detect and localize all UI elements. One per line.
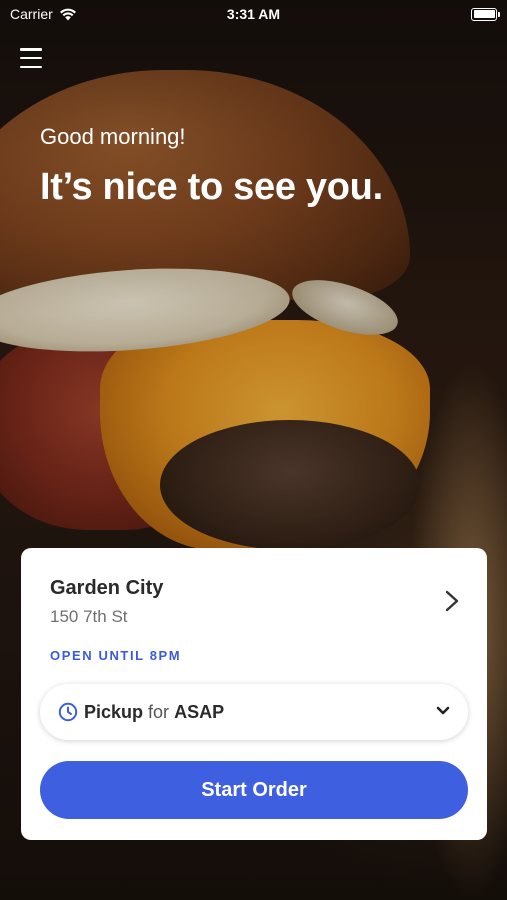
greeting-text: Good morning! [40, 124, 186, 149]
pickup-label: Pickup for ASAP [84, 702, 224, 723]
location-card: Garden City 150 7th St OPEN UNTIL 8PM Pi… [21, 548, 487, 840]
hamburger-menu-icon[interactable] [20, 48, 42, 68]
headline-text: It’s nice to see you. [40, 166, 383, 208]
chevron-down-icon [436, 706, 450, 715]
battery-icon [471, 7, 500, 21]
status-time: 3:31 AM [226, 6, 281, 22]
pickup-connector: for [148, 701, 170, 722]
battery-fill [473, 10, 495, 18]
chevron-right-icon[interactable] [445, 590, 459, 612]
clock-icon [58, 702, 78, 722]
menu-line [20, 48, 42, 51]
start-order-button[interactable]: Start Order [40, 761, 468, 819]
pickup-time-selector[interactable]: Pickup for ASAP [40, 684, 468, 740]
pickup-mode: Pickup [84, 701, 144, 722]
menu-line [20, 65, 42, 68]
menu-line [20, 56, 42, 60]
location-name[interactable]: Garden City [50, 577, 163, 600]
pickup-time: ASAP [174, 701, 225, 722]
status-bar: Carrier 3:31 AM [0, 0, 507, 28]
hours-label: OPEN UNTIL 8PM [50, 648, 182, 663]
location-address: 150 7th St [50, 607, 128, 626]
